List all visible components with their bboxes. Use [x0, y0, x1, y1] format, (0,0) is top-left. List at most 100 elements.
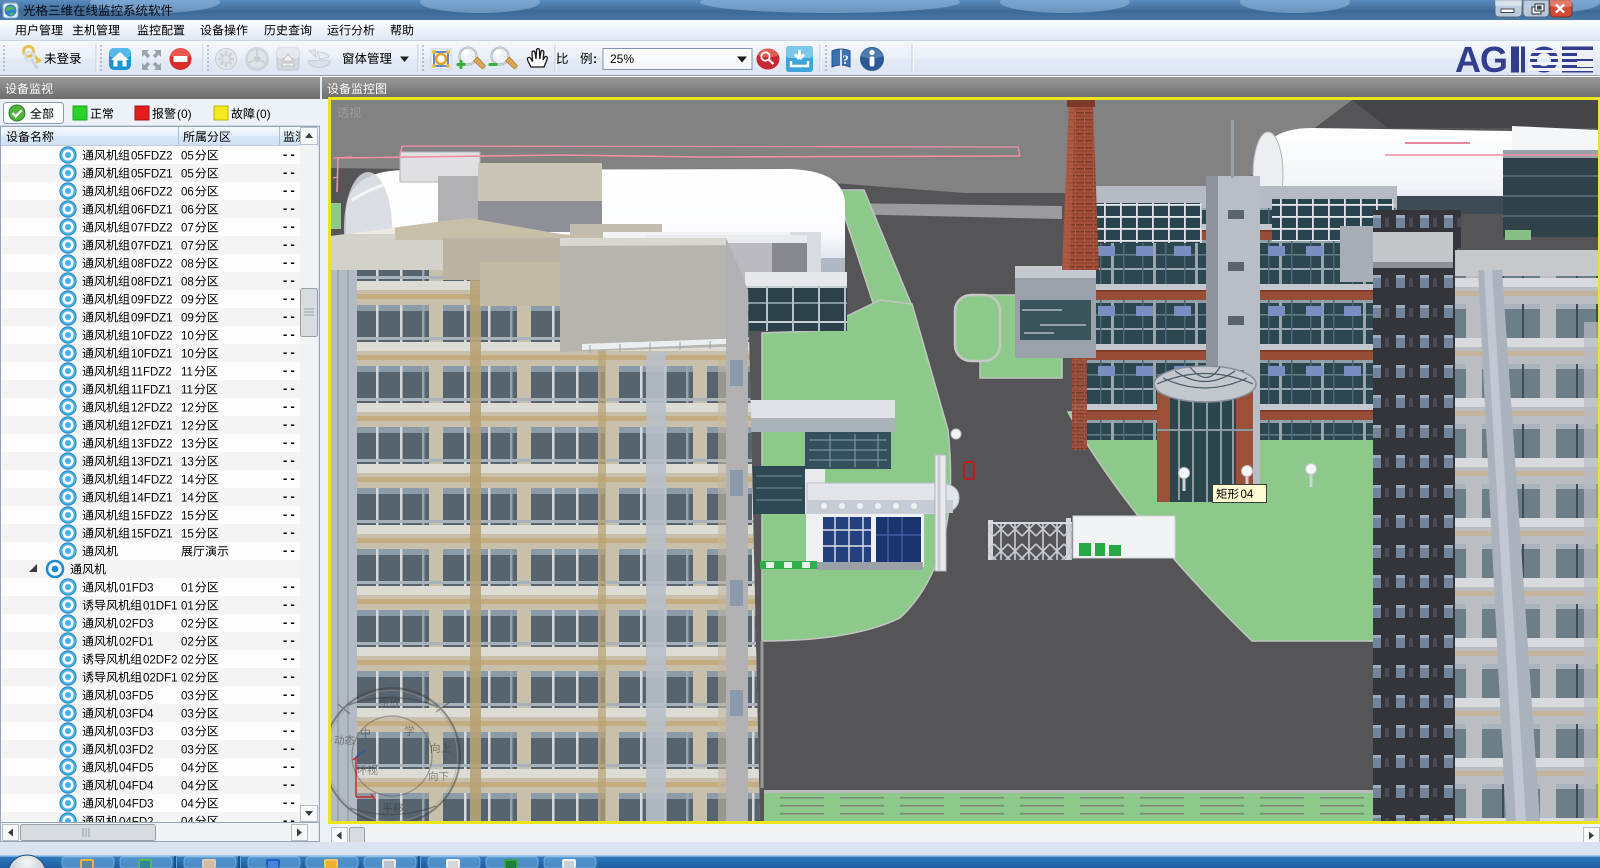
svg-text:06: 06: [181, 205, 194, 217]
svg-text:--: --: [283, 687, 298, 702]
svg-text:--: --: [283, 633, 298, 648]
svg-text:06: 06: [181, 187, 194, 199]
svg-text:04FD5: 04FD5: [119, 763, 154, 775]
svg-text:--: --: [283, 273, 298, 288]
svg-text:--: --: [283, 471, 298, 486]
svg-text:15FDZ1: 15FDZ1: [131, 529, 173, 541]
svg-text:13FDZ2: 13FDZ2: [131, 439, 173, 451]
svg-text:--: --: [283, 363, 298, 378]
svg-text:--: --: [283, 309, 298, 324]
svg-text:--: --: [283, 165, 298, 180]
svg-text:--: --: [283, 651, 298, 666]
svg-text:11FDZ2: 11FDZ2: [131, 367, 172, 379]
svg-text:--: --: [283, 327, 298, 342]
svg-text:10FDZ1: 10FDZ1: [131, 349, 173, 361]
svg-text:09FDZ1: 09FDZ1: [131, 313, 173, 325]
svg-text:--: --: [283, 147, 298, 162]
svg-text:--: --: [283, 435, 298, 450]
svg-text:--: --: [283, 507, 298, 522]
svg-text:12FDZ2: 12FDZ2: [131, 403, 173, 415]
svg-text:01DF1: 01DF1: [143, 601, 178, 613]
svg-text:--: --: [283, 615, 298, 630]
svg-text:14FDZ1: 14FDZ1: [131, 493, 173, 505]
svg-text:(0): (0): [177, 107, 192, 121]
svg-text:15FDZ2: 15FDZ2: [131, 511, 173, 523]
svg-text:13: 13: [181, 439, 194, 451]
svg-text:04: 04: [1241, 489, 1254, 501]
svg-text:14: 14: [181, 493, 194, 505]
svg-text:04FD3: 04FD3: [119, 799, 154, 811]
svg-text:02: 02: [181, 637, 194, 649]
svg-text:04: 04: [181, 799, 194, 811]
svg-text:14FDZ2: 14FDZ2: [131, 475, 173, 487]
svg-text:03: 03: [181, 691, 194, 703]
svg-text:10: 10: [181, 349, 194, 361]
svg-text:--: --: [283, 183, 298, 198]
svg-text:--: --: [283, 255, 298, 270]
svg-text:07: 07: [181, 241, 194, 253]
svg-text:07: 07: [181, 223, 194, 235]
svg-text:15: 15: [181, 529, 194, 541]
svg-text:02DF1: 02DF1: [143, 673, 178, 685]
svg-text:02FD3: 02FD3: [119, 619, 154, 631]
svg-text:09: 09: [181, 295, 194, 307]
svg-text:--: --: [283, 795, 298, 810]
svg-text:--: --: [283, 291, 298, 306]
svg-text:--: --: [283, 399, 298, 414]
svg-text:11FDZ1: 11FDZ1: [131, 385, 172, 397]
svg-text:03FD5: 03FD5: [119, 691, 154, 703]
svg-text:--: --: [283, 741, 298, 756]
svg-text:03: 03: [181, 709, 194, 721]
svg-text:--: --: [283, 201, 298, 216]
svg-text:11: 11: [181, 385, 193, 397]
svg-text:01: 01: [181, 601, 194, 613]
svg-text:05FDZ1: 05FDZ1: [131, 169, 173, 181]
svg-text:08FDZ1: 08FDZ1: [131, 277, 173, 289]
svg-text:--: --: [283, 417, 298, 432]
svg-text:13: 13: [181, 457, 194, 469]
svg-text:12: 12: [181, 421, 194, 433]
svg-text:--: --: [283, 777, 298, 792]
svg-text:--: --: [283, 543, 298, 558]
svg-text:06FDZ1: 06FDZ1: [131, 205, 173, 217]
svg-text:--: --: [283, 705, 298, 720]
svg-text:02DF2: 02DF2: [143, 655, 178, 667]
svg-text:07FDZ2: 07FDZ2: [131, 223, 173, 235]
svg-text:--: --: [283, 237, 298, 252]
svg-text:--: --: [283, 219, 298, 234]
svg-text:05: 05: [181, 151, 194, 163]
svg-text:09FDZ2: 09FDZ2: [131, 295, 173, 307]
svg-text:01FD3: 01FD3: [119, 583, 154, 595]
svg-text:--: --: [283, 579, 298, 594]
svg-text:--: --: [283, 489, 298, 504]
svg-text:09: 09: [181, 313, 194, 325]
svg-text:02FD1: 02FD1: [119, 637, 154, 649]
svg-text:04: 04: [181, 763, 194, 775]
svg-text:08: 08: [181, 277, 194, 289]
svg-text:10: 10: [181, 331, 194, 343]
svg-text:13FDZ1: 13FDZ1: [131, 457, 173, 469]
svg-text:02: 02: [181, 673, 194, 685]
svg-text:03: 03: [181, 745, 194, 757]
svg-text:04FD4: 04FD4: [119, 781, 154, 793]
svg-text:12: 12: [181, 403, 194, 415]
svg-text:--: --: [283, 453, 298, 468]
svg-text::: :: [593, 52, 597, 66]
svg-text:--: --: [283, 759, 298, 774]
svg-text:--: --: [283, 345, 298, 360]
svg-text:03FD3: 03FD3: [119, 727, 154, 739]
svg-text:11: 11: [181, 367, 193, 379]
svg-text:04: 04: [181, 781, 194, 793]
svg-text:--: --: [283, 597, 298, 612]
svg-text:--: --: [283, 723, 298, 738]
svg-text:05FDZ2: 05FDZ2: [131, 151, 173, 163]
svg-text:25%: 25%: [610, 52, 634, 66]
svg-text:(0): (0): [256, 107, 271, 121]
svg-text:05: 05: [181, 169, 194, 181]
svg-text:01: 01: [181, 583, 194, 595]
svg-text:--: --: [283, 525, 298, 540]
svg-text:08FDZ2: 08FDZ2: [131, 259, 173, 271]
svg-text:--: --: [283, 669, 298, 684]
svg-text:14: 14: [181, 475, 194, 487]
svg-text:15: 15: [181, 511, 194, 523]
